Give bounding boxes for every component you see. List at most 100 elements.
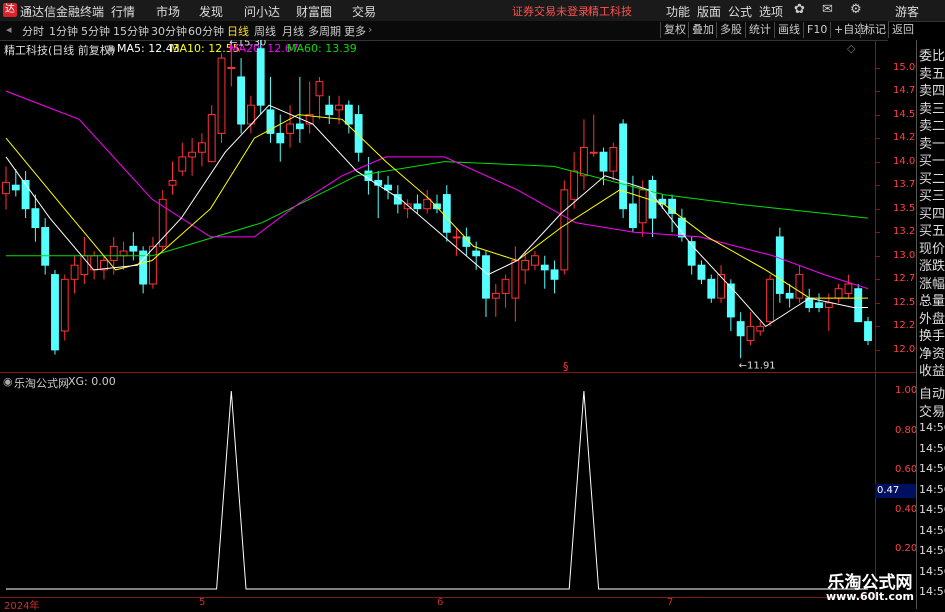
btn-overlay[interactable]: 叠加 [688, 22, 717, 38]
price-axis-tick [876, 302, 880, 304]
quote-panel-item: 卖一 [919, 136, 945, 152]
quote-panel-item: 买二 [919, 171, 945, 187]
btn-back[interactable]: 返回 [888, 22, 917, 38]
candle-body [197, 142, 206, 153]
candle-body [2, 181, 10, 195]
indicator-chart[interactable] [0, 373, 876, 597]
btn-mark[interactable]: 标记 [860, 22, 889, 38]
candle-body [619, 123, 628, 210]
tick-time: 14:56 [919, 544, 945, 557]
candle-body [286, 123, 294, 134]
app-logo-icon: 达 [3, 3, 17, 17]
candle-body [256, 48, 265, 106]
price-axis-tick [876, 114, 880, 116]
tick-time: 14:56 [919, 462, 945, 475]
price-axis-tick [876, 161, 880, 163]
indicator-axis-label: 0.60 [895, 464, 918, 476]
menu-wealth[interactable]: 财富圈 [296, 3, 332, 20]
quote-panel-item[interactable]: 交易 [919, 401, 945, 420]
high-annotation: ←15.30 [229, 40, 266, 48]
candle-body [315, 81, 324, 97]
btn-draw[interactable]: 画线 [774, 22, 803, 38]
kline-chart[interactable]: ←15.30 ←11.91 [0, 40, 876, 372]
candle-body [766, 278, 774, 323]
candle-body [119, 250, 128, 257]
candle-body [589, 151, 598, 154]
btn-stats[interactable]: 统计 [745, 22, 774, 38]
candle-body [717, 274, 725, 299]
candle-body [491, 292, 500, 299]
period-multi[interactable]: 多周期 [308, 23, 341, 39]
candle-body [550, 269, 559, 280]
candle-body [677, 217, 686, 238]
message-icon[interactable]: ✉ [822, 2, 833, 17]
period-5min[interactable]: 5分钟 [81, 23, 110, 39]
quote-panel-item[interactable]: 自动 [919, 383, 945, 402]
period-1min[interactable]: 1分钟 [49, 23, 78, 39]
candle-body [246, 104, 255, 125]
login-notice[interactable]: 证券交易未登录 [512, 3, 589, 19]
candle-body [668, 198, 677, 214]
quote-panel-item: 现价 [919, 241, 945, 257]
low-annotation: ←11.91 [739, 360, 776, 371]
toolbar-arrow-icon[interactable]: ◂ [6, 23, 12, 36]
btn-adjust[interactable]: 复权 [660, 22, 689, 38]
quote-panel-item: 卖二 [919, 119, 945, 134]
period-more[interactable]: 更多 [344, 23, 366, 39]
date-label-jul: 7 [667, 597, 674, 608]
menu-trade[interactable]: 交易 [352, 3, 376, 20]
candle-body [60, 278, 69, 332]
period-60min[interactable]: 60分钟 [188, 23, 224, 39]
more-arrow-icon[interactable]: › [368, 23, 372, 36]
quote-panel-item: 卖五 [919, 66, 945, 82]
candle-body [207, 114, 216, 163]
price-axis-tick [876, 138, 880, 140]
candle-body [736, 321, 745, 337]
btn-f10[interactable]: F10 [803, 22, 830, 38]
app-title: 通达信金融终端 [20, 5, 105, 19]
candle-body [864, 321, 872, 341]
candle-body [423, 198, 432, 210]
period-minute[interactable]: 分时 [22, 23, 44, 39]
indicator-axis-label: 0.80 [895, 424, 918, 436]
guest-user[interactable]: 游客 [895, 3, 919, 20]
period-week[interactable]: 周线 [254, 23, 276, 39]
menu-ask[interactable]: 问小达 [244, 3, 280, 20]
candle-body [726, 283, 735, 318]
candle-body [344, 104, 353, 125]
menu-options[interactable]: 选项 [759, 3, 783, 20]
candle-body [11, 184, 20, 191]
candle-body [149, 245, 157, 285]
menu-discover[interactable]: 发现 [199, 3, 223, 20]
candle-body [295, 123, 304, 130]
xg-signal-line [6, 390, 868, 590]
price-axis-tick [876, 185, 880, 187]
quote-panel-item: 涨幅 [919, 276, 945, 292]
btn-multi-stock[interactable]: 多股 [716, 22, 745, 38]
watermark-title: 乐淘公式网 [827, 573, 913, 593]
candle-body [501, 278, 510, 294]
quote-panel-item: 净资 [919, 346, 945, 362]
candle-body [168, 179, 177, 186]
quote-panel-item: 买一 [919, 154, 945, 169]
menu-quotes[interactable]: 行情 [111, 3, 135, 20]
indicator-axis-label: 1.00 [895, 385, 918, 396]
settings-icon[interactable]: ⚙ [850, 2, 862, 17]
date-label-may: 5 [199, 597, 206, 608]
period-month[interactable]: 月线 [282, 23, 304, 39]
candle-body [325, 104, 334, 116]
price-axis-tick [876, 279, 880, 281]
quote-panel-item: 买五 [919, 224, 945, 239]
menu-layout[interactable]: 版面 [697, 3, 721, 20]
tick-time: 14:56 [919, 421, 945, 434]
period-15min[interactable]: 15分钟 [113, 23, 149, 39]
menu-function[interactable]: 功能 [666, 3, 690, 20]
period-30min[interactable]: 30分钟 [151, 23, 187, 39]
menu-formula[interactable]: 公式 [728, 3, 752, 20]
skin-icon[interactable]: ✿ [794, 2, 805, 17]
indicator-axis-label: 0.40 [895, 503, 918, 515]
period-day[interactable]: 日线 [227, 23, 249, 39]
candle-body [775, 236, 784, 294]
menu-market[interactable]: 市场 [156, 3, 180, 20]
candle-body [854, 288, 863, 323]
